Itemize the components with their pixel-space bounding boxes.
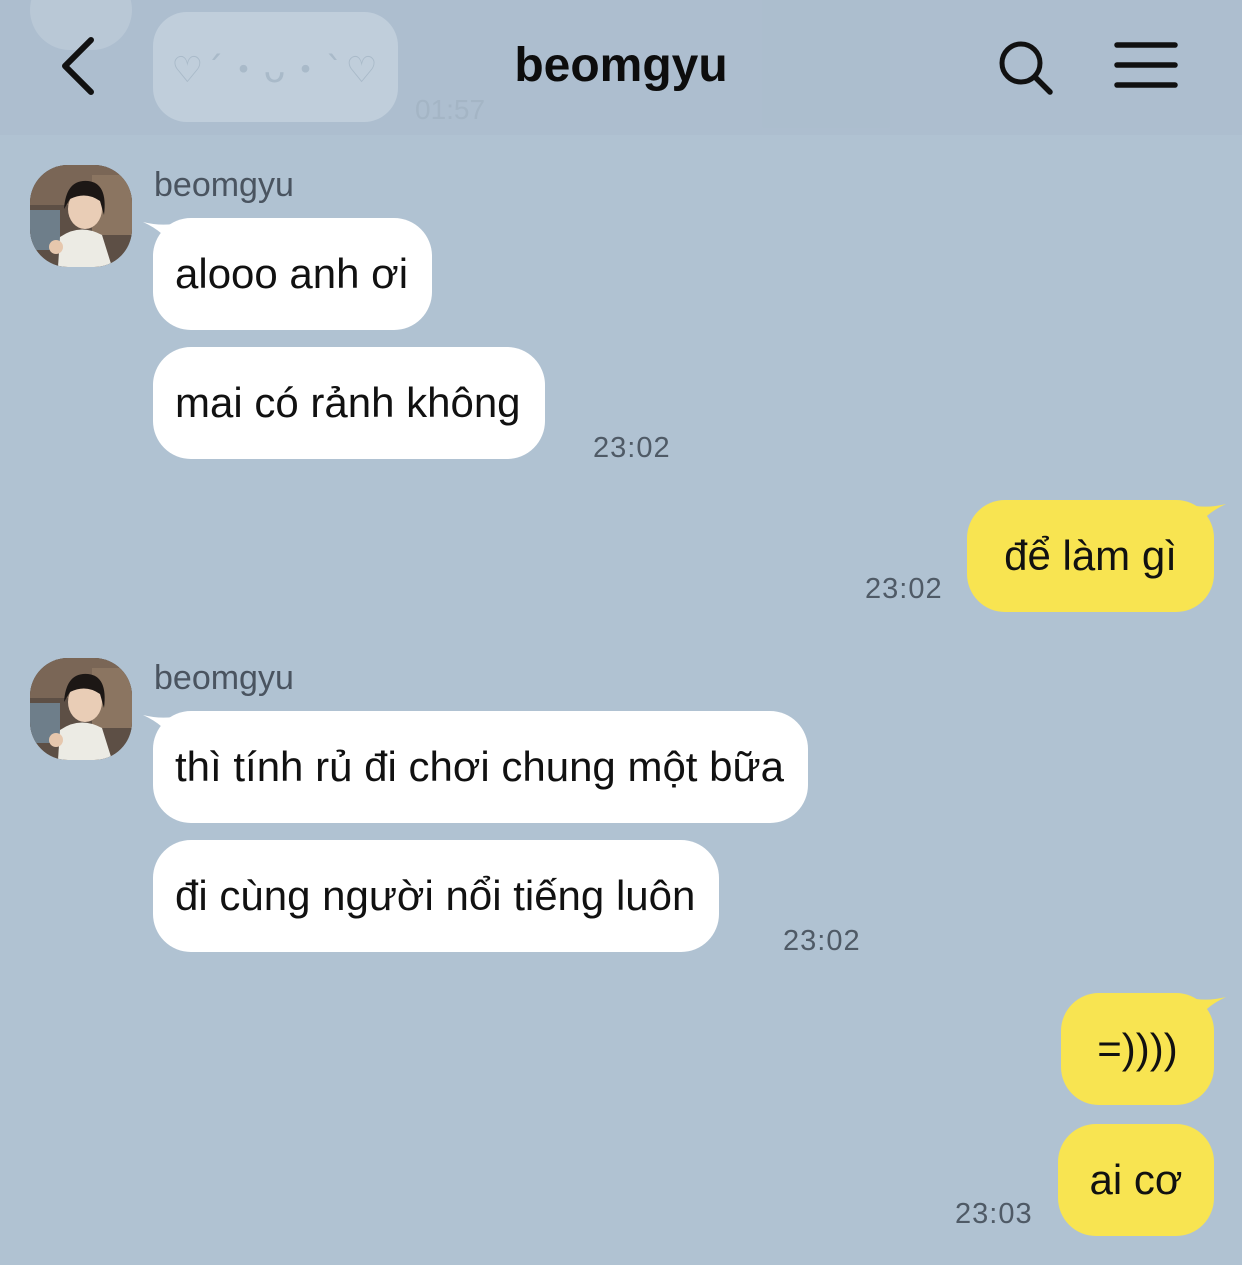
message-time: 23:02 (783, 925, 861, 957)
chat-header: ♡´・ᴗ・`♡ 01:57 beomgyu (0, 0, 1242, 135)
message-time: 23:02 (593, 432, 671, 464)
profile-photo (30, 658, 132, 760)
avatar[interactable] (30, 165, 132, 267)
message-time: 23:02 (865, 573, 943, 605)
message-bubble-outgoing[interactable]: ai cơ (1058, 1124, 1214, 1236)
hamburger-menu-icon (1114, 42, 1178, 88)
bubble-tail (1196, 504, 1226, 530)
message-bubble-incoming[interactable]: thì tính rủ đi chơi chung một bữa (153, 711, 808, 823)
message-bubble-outgoing[interactable]: =)))) (1061, 993, 1214, 1105)
search-icon (999, 41, 1053, 95)
message-bubble-incoming[interactable]: mai có rảnh không (153, 347, 545, 459)
scrolled-message-time: 01:57 (415, 94, 486, 125)
bubble-tail (1196, 997, 1226, 1023)
message-bubble-incoming[interactable]: đi cùng người nổi tiếng luôn (153, 840, 720, 952)
message-time: 23:03 (955, 1198, 1033, 1230)
sender-name: beomgyu (154, 166, 294, 204)
message-bubble-incoming[interactable]: alooo anh ơi (153, 218, 433, 330)
sender-name: beomgyu (154, 659, 294, 697)
menu-button[interactable] (1114, 40, 1178, 90)
avatar[interactable] (30, 658, 132, 760)
message-bubble-outgoing[interactable]: để làm gì (967, 500, 1214, 612)
search-button[interactable] (996, 38, 1056, 98)
profile-photo (30, 165, 132, 267)
